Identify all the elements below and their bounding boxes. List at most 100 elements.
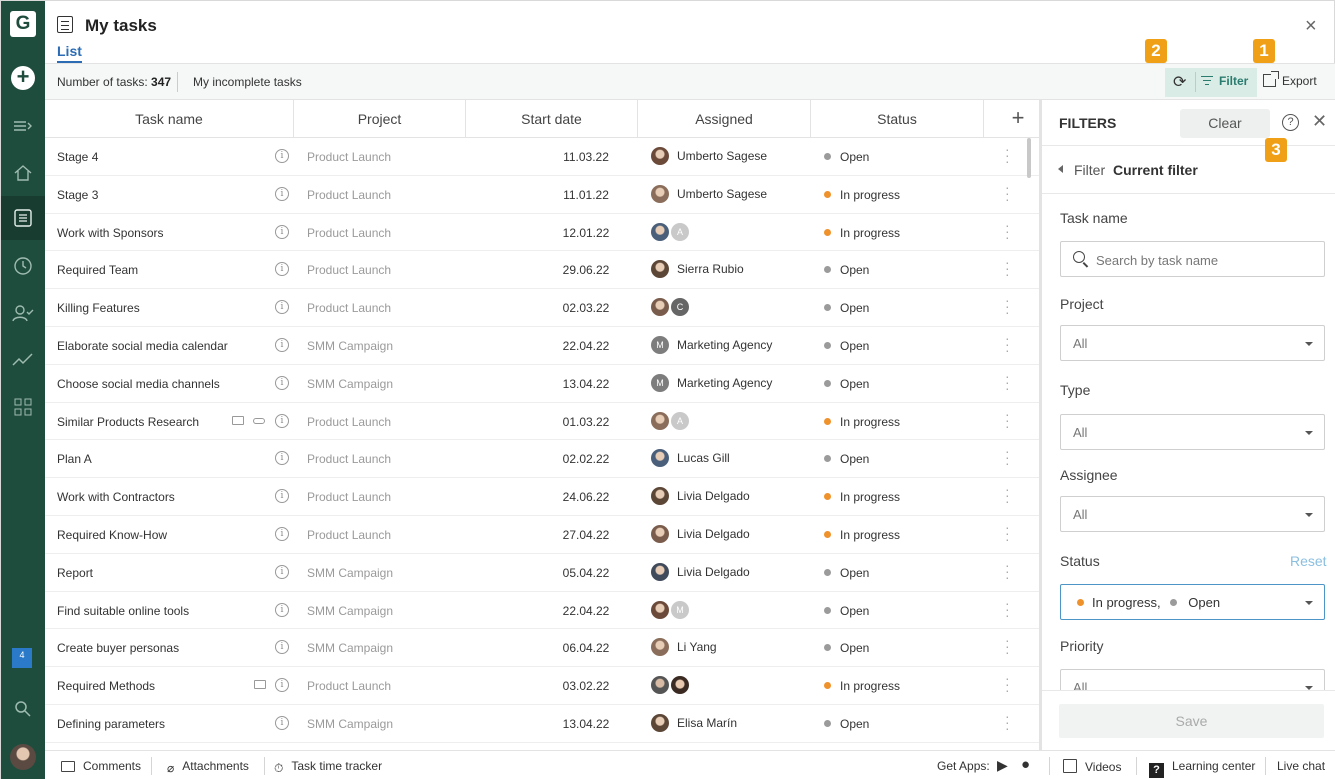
task-start-date[interactable]: 12.01.22 bbox=[511, 226, 661, 240]
task-info-icon[interactable]: i bbox=[275, 186, 289, 201]
close-icon[interactable]: ✕ bbox=[1312, 111, 1327, 132]
export-button[interactable]: Export bbox=[1263, 71, 1317, 88]
task-name[interactable]: Stage 3 bbox=[57, 188, 98, 202]
row-menu-icon[interactable]: · · · bbox=[1005, 331, 1011, 357]
search-nav-button[interactable] bbox=[1, 687, 45, 731]
task-start-date[interactable]: 05.04.22 bbox=[511, 566, 661, 580]
task-name[interactable]: Find suitable online tools bbox=[57, 604, 189, 618]
table-row[interactable]: Elaborate social media calendar i SMM Camp… bbox=[45, 327, 1041, 365]
task-info-icon[interactable]: i bbox=[275, 300, 289, 315]
task-status[interactable]: Open bbox=[824, 452, 869, 466]
task-name[interactable]: Create buyer personas bbox=[57, 641, 179, 655]
column-header-assigned[interactable]: Assigned bbox=[638, 100, 811, 138]
task-start-date[interactable]: 02.02.22 bbox=[511, 452, 661, 466]
saved-filter-name[interactable]: My incomplete tasks bbox=[193, 75, 302, 89]
my-tasks-nav-button[interactable] bbox=[1, 196, 45, 240]
task-assigned[interactable]: Livia Delgado bbox=[651, 562, 750, 582]
row-menu-icon[interactable]: · · · bbox=[1005, 520, 1011, 546]
row-menu-icon[interactable]: · · · bbox=[1005, 671, 1011, 697]
breadcrumb-filter[interactable]: Filter bbox=[1074, 162, 1105, 178]
table-scrollbar[interactable] bbox=[1027, 138, 1031, 178]
column-header-task-name[interactable]: Task name bbox=[45, 100, 294, 138]
save-button[interactable]: Save bbox=[1059, 704, 1324, 738]
comments-button[interactable]: Comments bbox=[61, 759, 141, 773]
task-start-date[interactable]: 22.04.22 bbox=[511, 339, 661, 353]
task-name[interactable]: Work with Sponsors bbox=[57, 226, 163, 240]
task-assigned[interactable]: Sierra Rubio bbox=[651, 259, 744, 279]
task-start-date[interactable]: 13.04.22 bbox=[511, 377, 661, 391]
task-info-icon[interactable]: i bbox=[275, 375, 289, 390]
task-start-date[interactable]: 29.06.22 bbox=[511, 263, 661, 277]
task-status[interactable]: Open bbox=[824, 377, 869, 391]
row-menu-icon[interactable]: · · · bbox=[1005, 558, 1011, 584]
add-column-button[interactable]: + bbox=[995, 100, 1041, 138]
task-status[interactable]: Open bbox=[824, 604, 869, 618]
task-assigned[interactable]: M Marketing Agency bbox=[651, 373, 772, 393]
status-select[interactable]: In progress, Open bbox=[1060, 584, 1325, 620]
assignee-select[interactable]: All bbox=[1060, 496, 1325, 532]
row-menu-icon[interactable]: · · · bbox=[1005, 633, 1011, 659]
table-row[interactable]: Required Know-How i Product Launch 27.04.22… bbox=[45, 516, 1041, 554]
task-assigned[interactable]: Livia Delgado bbox=[651, 486, 750, 506]
task-status[interactable]: In progress bbox=[824, 226, 900, 240]
task-assigned[interactable]: Umberto Sagese bbox=[651, 184, 767, 204]
back-arrow-icon[interactable] bbox=[1058, 165, 1063, 173]
table-row[interactable]: Plan A i Product Launch 02.02.22 Lucas Gill O… bbox=[45, 440, 1041, 479]
task-status[interactable]: Open bbox=[824, 641, 869, 655]
help-icon[interactable]: ? bbox=[1282, 114, 1299, 131]
task-status[interactable]: Open bbox=[824, 150, 869, 164]
task-status[interactable]: Open bbox=[824, 263, 869, 277]
row-menu-icon[interactable]: · · · bbox=[1005, 407, 1011, 433]
task-info-icon[interactable]: i bbox=[275, 715, 289, 730]
task-status[interactable]: In progress bbox=[824, 490, 900, 504]
learning-center-button[interactable]: ? Learning center bbox=[1149, 759, 1255, 778]
create-button[interactable]: + bbox=[1, 56, 45, 100]
project-select[interactable]: All bbox=[1060, 325, 1325, 361]
time-tracker-button[interactable]: ⏱ Task time tracker bbox=[274, 759, 382, 776]
task-start-date[interactable]: 02.03.22 bbox=[511, 301, 661, 315]
task-assigned[interactable] bbox=[651, 675, 691, 695]
table-row[interactable]: Defining parameters i SMM Campaign 13.04.22… bbox=[45, 705, 1041, 743]
clear-filters-button[interactable]: Clear bbox=[1180, 109, 1270, 138]
row-menu-icon[interactable]: · · · bbox=[1005, 142, 1011, 168]
task-start-date[interactable]: 01.03.22 bbox=[511, 415, 661, 429]
task-assigned[interactable]: Elisa Marín bbox=[651, 713, 737, 733]
table-row[interactable]: Find suitable online tools i SMM Campaign 2… bbox=[45, 592, 1041, 630]
table-row[interactable]: Stage 4 i Product Launch 11.03.22 Umberto Sa… bbox=[45, 138, 1041, 176]
task-name[interactable]: Required Methods bbox=[57, 679, 155, 693]
row-menu-icon[interactable]: · · · bbox=[1005, 255, 1011, 281]
home-nav-button[interactable] bbox=[1, 151, 45, 195]
task-name[interactable]: Similar Products Research bbox=[57, 415, 199, 429]
task-info-icon[interactable]: i bbox=[275, 564, 289, 579]
task-start-date[interactable]: 03.02.22 bbox=[511, 679, 661, 693]
task-info-icon[interactable]: i bbox=[275, 526, 289, 541]
reports-nav-button[interactable] bbox=[1, 337, 45, 381]
task-name[interactable]: Required Team bbox=[57, 263, 138, 277]
task-info-icon[interactable]: i bbox=[275, 224, 289, 239]
table-row[interactable]: Report i SMM Campaign 05.04.22 Livia Delgado… bbox=[45, 554, 1041, 592]
table-row[interactable]: Create buyer personas i SMM Campaign 06.04.… bbox=[45, 629, 1041, 668]
table-row[interactable]: Work with Sponsors i Product Launch 12.01.2… bbox=[45, 214, 1041, 252]
task-assigned[interactable]: M bbox=[651, 600, 691, 620]
expand-menu-button[interactable] bbox=[1, 104, 45, 148]
task-status[interactable]: Open bbox=[824, 717, 869, 731]
time-log-nav-button[interactable] bbox=[1, 244, 45, 288]
task-assigned[interactable]: Li Yang bbox=[651, 637, 717, 657]
task-name[interactable]: Work with Contractors bbox=[57, 490, 175, 504]
task-info-icon[interactable]: i bbox=[275, 602, 289, 617]
google-play-icon[interactable]: ▶ bbox=[997, 757, 1008, 774]
task-status[interactable]: In progress bbox=[824, 415, 900, 429]
notifications-badge[interactable]: 4 bbox=[12, 648, 32, 668]
task-status[interactable]: Open bbox=[824, 301, 869, 315]
task-assigned[interactable]: C bbox=[651, 297, 691, 317]
task-status[interactable]: In progress bbox=[824, 528, 900, 542]
filter-button[interactable]: Filter bbox=[1201, 74, 1248, 88]
table-row[interactable]: Choose social media channels i SMM Campaig… bbox=[45, 365, 1041, 403]
task-status[interactable]: In progress bbox=[824, 188, 900, 202]
apple-icon[interactable]: ● bbox=[1021, 756, 1030, 773]
user-avatar[interactable] bbox=[10, 744, 36, 770]
row-menu-icon[interactable]: · · · bbox=[1005, 293, 1011, 319]
paperclip-icon[interactable] bbox=[253, 417, 265, 424]
task-name[interactable]: Elaborate social media calendar bbox=[57, 339, 228, 353]
row-menu-icon[interactable]: · · · bbox=[1005, 444, 1011, 470]
